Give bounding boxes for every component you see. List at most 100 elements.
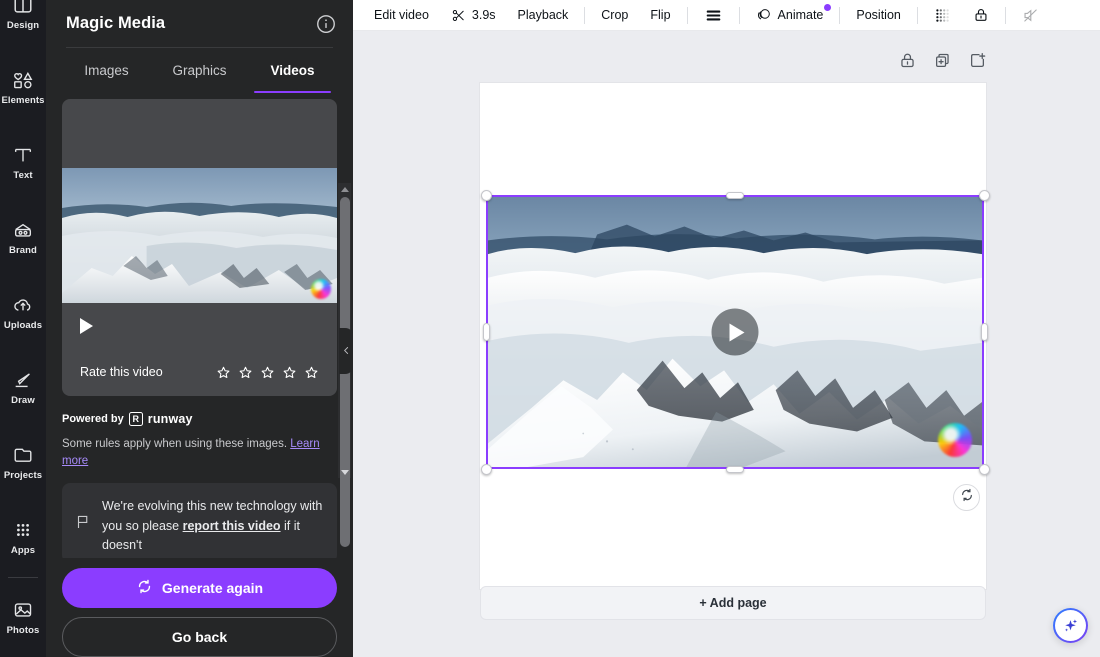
lock-button[interactable] [962, 3, 1000, 27]
playback-button[interactable]: Playback [507, 3, 580, 27]
play-icon[interactable] [80, 318, 93, 334]
runway-brand-name: runway [148, 412, 193, 426]
design-page[interactable] [480, 83, 986, 589]
tab-label: Graphics [172, 63, 226, 78]
star-icon[interactable] [304, 365, 319, 380]
sidebar-label: Elements [1, 95, 44, 106]
flip-label: Flip [650, 8, 670, 22]
sidebar-item-uploads[interactable]: Uploads [0, 275, 46, 350]
canvas-area[interactable]: + Add page [353, 31, 1100, 657]
levels-button[interactable] [693, 3, 734, 27]
toolbar-divider [584, 7, 585, 24]
sidebar-label: Uploads [4, 320, 42, 331]
rotate-icon [960, 488, 974, 507]
main-area: Edit video 3.9s Playback Crop Flip [353, 0, 1100, 657]
resize-handle-bottom-right[interactable] [979, 464, 990, 475]
generated-video-card[interactable]: Rate this video [62, 99, 337, 396]
position-button[interactable]: Position [845, 3, 911, 27]
playback-label: Playback [518, 8, 569, 22]
sidebar-item-apps[interactable]: Apps [0, 500, 46, 575]
transparency-button[interactable] [923, 3, 962, 27]
resize-handle-bottom-left[interactable] [481, 464, 492, 475]
collapse-panel-button[interactable] [339, 328, 353, 374]
lock-icon[interactable] [898, 51, 917, 70]
report-this-video-link[interactable]: report this video [183, 519, 281, 533]
levels-icon [704, 8, 723, 23]
position-label: Position [856, 8, 900, 22]
sparkles-icon [1055, 610, 1086, 641]
panel-header: Magic Media [46, 0, 353, 47]
sidebar-item-draw[interactable]: Draw [0, 350, 46, 425]
design-icon [12, 0, 34, 16]
tab-label: Videos [270, 63, 314, 78]
tab-graphics[interactable]: Graphics [153, 48, 246, 93]
resize-handle-top-right[interactable] [979, 190, 990, 201]
star-icon[interactable] [282, 365, 297, 380]
toolbar-divider [739, 7, 740, 24]
rules-text: Some rules apply when using these images… [62, 438, 287, 450]
magic-media-panel: Magic Media Images Graphics Videos [46, 0, 353, 657]
text-icon [12, 144, 34, 166]
panel-footer: Generate again Go back [46, 558, 353, 657]
report-text: We're evolving this new technology with … [102, 497, 323, 549]
mute-button[interactable] [1011, 3, 1050, 27]
sidebar-item-elements[interactable]: Elements [0, 50, 46, 125]
sidebar-item-text[interactable]: Text [0, 125, 46, 200]
toolbar-divider [687, 7, 688, 24]
toolbar-divider [917, 7, 918, 24]
caret-down-icon[interactable] [338, 466, 351, 478]
resize-handle-top[interactable] [726, 192, 744, 199]
tab-videos[interactable]: Videos [246, 48, 339, 93]
trim-duration-button[interactable]: 3.9s [440, 3, 507, 27]
star-icon[interactable] [260, 365, 275, 380]
scissors-icon [451, 8, 466, 23]
play-icon[interactable] [712, 309, 759, 356]
rotate-button[interactable] [953, 484, 980, 511]
generate-again-button[interactable]: Generate again [62, 568, 337, 608]
brand-icon [12, 219, 34, 241]
star-icon[interactable] [238, 365, 253, 380]
apps-icon [12, 519, 34, 541]
panel-content: Rate this video Powered by R runway Some… [46, 93, 353, 558]
sidebar-label: Draw [11, 395, 35, 406]
prism-watermark [311, 279, 331, 299]
mute-icon [1022, 7, 1039, 24]
caret-up-icon[interactable] [338, 183, 351, 195]
top-toolbar: Edit video 3.9s Playback Crop Flip [353, 0, 1100, 31]
photos-icon [12, 599, 34, 621]
animate-button[interactable]: Animate [745, 3, 835, 27]
add-page-icon[interactable] [968, 51, 987, 70]
resize-handle-top-left[interactable] [481, 190, 492, 201]
tab-images[interactable]: Images [60, 48, 153, 93]
sidebar-label: Projects [4, 470, 42, 481]
sidebar-item-photos[interactable]: Photos [0, 580, 46, 655]
duplicate-page-icon[interactable] [933, 51, 952, 70]
info-icon[interactable] [315, 13, 337, 35]
add-page-button[interactable]: + Add page [480, 586, 986, 620]
star-rating[interactable] [216, 365, 319, 380]
animate-icon [756, 7, 772, 23]
resize-handle-right[interactable] [981, 323, 988, 341]
animate-new-badge [824, 4, 831, 11]
rate-video-row: Rate this video [62, 348, 337, 396]
draw-icon [12, 369, 34, 391]
edit-video-button[interactable]: Edit video [363, 3, 440, 27]
go-back-button[interactable]: Go back [62, 617, 337, 657]
flip-button[interactable]: Flip [639, 3, 681, 27]
resize-handle-left[interactable] [483, 323, 490, 341]
selected-video-element[interactable] [486, 195, 984, 469]
page-title: Magic Media [66, 14, 165, 33]
runway-logo-icon: R [129, 412, 143, 426]
edit-video-label: Edit video [374, 8, 429, 22]
sidebar-label: Photos [7, 625, 40, 636]
sidebar-item-brand[interactable]: Brand [0, 200, 46, 275]
duration-label: 3.9s [472, 8, 496, 22]
sidebar-item-projects[interactable]: Projects [0, 425, 46, 500]
resize-handle-bottom[interactable] [726, 466, 744, 473]
rail-divider [8, 577, 38, 578]
video-thumbnail [62, 168, 337, 303]
crop-button[interactable]: Crop [590, 3, 639, 27]
sidebar-item-design[interactable]: Design [0, 0, 46, 50]
star-icon[interactable] [216, 365, 231, 380]
magic-studio-button[interactable] [1053, 608, 1088, 643]
